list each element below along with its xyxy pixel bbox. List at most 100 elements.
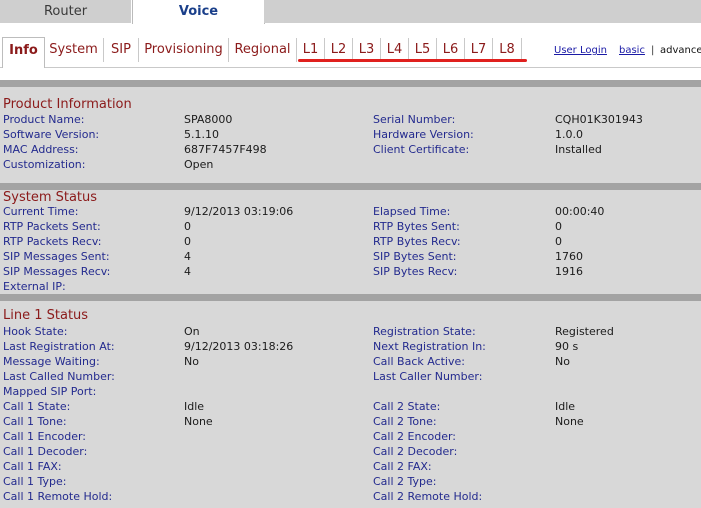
field-label: Software Version: (3, 128, 100, 141)
field-value: 1760 (555, 250, 583, 263)
field-value: SPA8000 (184, 113, 233, 126)
field-label: RTP Bytes Recv: (373, 235, 461, 248)
line-tabs-highlight (298, 59, 527, 62)
field-value: None (184, 415, 213, 428)
field-label: Call 2 Remote Hold: (373, 490, 483, 503)
field-label: RTP Packets Sent: (3, 220, 101, 233)
status-row: Current Time: 9/12/2013 03:19:06 Elapsed T… (0, 204, 701, 219)
tab-router[interactable]: Router (0, 0, 131, 23)
field-value: Idle (555, 400, 576, 413)
subtab-regional[interactable]: Regional (229, 38, 297, 62)
status-row: Call 1 Remote Hold: Call 2 Remote Hold: (0, 489, 701, 504)
field-label: Registration State: (373, 325, 476, 338)
field-value: 0 (555, 220, 562, 233)
field-label: Customization: (3, 158, 86, 171)
status-row: Mapped SIP Port: (0, 384, 701, 399)
field-label: Current Time: (3, 205, 79, 218)
section-divider (0, 294, 701, 301)
status-row: SIP Messages Sent: 4 SIP Bytes Sent: 1760 (0, 249, 701, 264)
field-value: 00:00:40 (555, 205, 605, 218)
info-content: Product Information System Status Line 1… (0, 68, 701, 508)
status-row: MAC Address: 687F7457F498 Client Certifica… (0, 142, 701, 157)
field-value: Installed (555, 143, 602, 156)
field-value: 5.1.10 (184, 128, 219, 141)
field-label: MAC Address: (3, 143, 79, 156)
field-label: RTP Packets Recv: (3, 235, 102, 248)
subtab-provisioning[interactable]: Provisioning (139, 38, 229, 62)
status-row: Product Name: SPA8000 Serial Number: CQH01K… (0, 112, 701, 127)
field-value: 687F7457F498 (184, 143, 267, 156)
field-label: Call Back Active: (373, 355, 465, 368)
field-label: Call 2 State: (373, 400, 441, 413)
field-label: Serial Number: (373, 113, 456, 126)
field-label: Call 2 FAX: (373, 460, 432, 473)
field-value: None (555, 415, 584, 428)
subtab-system[interactable]: System (44, 38, 104, 62)
field-label: Call 1 State: (3, 400, 71, 413)
field-label: Last Called Number: (3, 370, 115, 383)
field-label: SIP Messages Sent: (3, 250, 110, 263)
field-label: External IP: (3, 280, 66, 293)
field-value: Idle (184, 400, 205, 413)
field-value: 1916 (555, 265, 583, 278)
field-label: Last Caller Number: (373, 370, 483, 383)
field-label: Call 2 Type: (373, 475, 437, 488)
field-label: Call 1 Tone: (3, 415, 67, 428)
field-label: Next Registration In: (373, 340, 486, 353)
field-label: SIP Bytes Sent: (373, 250, 457, 263)
field-value: 9/12/2013 03:18:26 (184, 340, 294, 353)
user-login-link[interactable]: User Login (554, 45, 607, 56)
field-label: Call 1 Encoder: (3, 430, 87, 443)
section-title: Line 1 Status (3, 308, 89, 323)
status-row: RTP Packets Sent: 0 RTP Bytes Sent: 0 (0, 219, 701, 234)
status-row: Call 1 FAX: Call 2 FAX: (0, 459, 701, 474)
field-label: Call 1 Remote Hold: (3, 490, 113, 503)
status-row: Software Version: 5.1.10 Hardware Version:… (0, 127, 701, 142)
field-value: CQH01K301943 (555, 113, 643, 126)
status-row: Call 1 Type: Call 2 Type: (0, 474, 701, 489)
field-value: Registered (555, 325, 614, 338)
status-row: Customization: Open (0, 157, 701, 172)
field-label: RTP Bytes Sent: (373, 220, 460, 233)
subtab-sip[interactable]: SIP (104, 38, 139, 62)
field-label: SIP Messages Recv: (3, 265, 111, 278)
basic-link[interactable]: basic (619, 45, 645, 56)
top-tab-bar: Router Voice (0, 0, 701, 24)
field-label: Call 2 Tone: (373, 415, 437, 428)
status-row: Last Registration At: 9/12/2013 03:18:26 N… (0, 339, 701, 354)
field-label: Product Name: (3, 113, 85, 126)
subtab-info[interactable]: Info (2, 37, 45, 69)
status-row: External IP: (0, 279, 701, 294)
field-label: SIP Bytes Recv: (373, 265, 458, 278)
field-label: Message Waiting: (3, 355, 100, 368)
tab-bar-filler (264, 0, 701, 23)
field-label: Elapsed Time: (373, 205, 451, 218)
field-value: Open (184, 158, 214, 171)
field-label: Last Registration At: (3, 340, 115, 353)
field-value: 0 (184, 220, 191, 233)
field-label: Call 2 Encoder: (373, 430, 457, 443)
field-value: 4 (184, 265, 191, 278)
status-row: Call 1 Encoder: Call 2 Encoder: (0, 429, 701, 444)
status-row: Call 1 Decoder: Call 2 Decoder: (0, 444, 701, 459)
status-row: Hook State: On Registration State: Register… (0, 324, 701, 339)
field-label: Call 1 FAX: (3, 460, 62, 473)
field-value: 4 (184, 250, 191, 263)
field-value: No (555, 355, 570, 368)
section-title: Product Information (3, 97, 132, 112)
status-row: RTP Packets Recv: 0 RTP Bytes Recv: 0 (0, 234, 701, 249)
field-value: 90 s (555, 340, 579, 353)
field-value: On (184, 325, 200, 338)
field-value: No (184, 355, 199, 368)
field-value: 0 (184, 235, 191, 248)
field-label: Client Certificate: (373, 143, 470, 156)
field-label: Call 2 Decoder: (373, 445, 458, 458)
advanced-link[interactable]: advanced (660, 45, 701, 56)
status-row: Last Called Number: Last Caller Number: (0, 369, 701, 384)
tab-voice[interactable]: Voice (132, 0, 265, 24)
status-row: SIP Messages Recv: 4 SIP Bytes Recv: 1916 (0, 264, 701, 279)
field-label: Call 1 Type: (3, 475, 67, 488)
util-separator: | (651, 45, 655, 56)
field-value: 0 (555, 235, 562, 248)
field-label: Mapped SIP Port: (3, 385, 97, 398)
